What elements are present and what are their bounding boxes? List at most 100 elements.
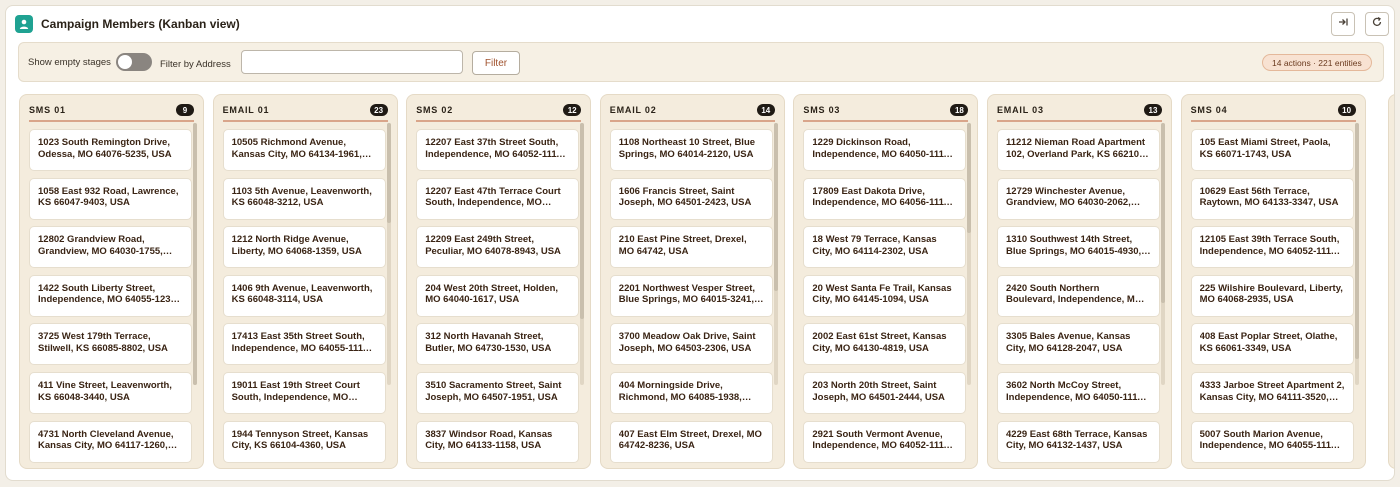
kanban-card[interactable]: 408 East Poplar Street, Olathe, KS 66061… bbox=[1190, 323, 1354, 366]
column-count-badge: 14 bbox=[756, 104, 775, 116]
column-name: SMS 01 bbox=[29, 105, 66, 115]
refresh-button[interactable] bbox=[1365, 12, 1389, 36]
kanban-column: EMAIL 03 13 11212 Nieman Road Apartment 10… bbox=[987, 94, 1172, 469]
kanban-card[interactable]: 17809 East Dakota Drive, Independence, M… bbox=[803, 177, 967, 220]
kanban-card[interactable]: 1103 5th Avenue, Leavenworth, KS 66048-3… bbox=[222, 177, 386, 220]
kanban-card[interactable]: 1023 South Remington Drive, Odessa, MO 6… bbox=[29, 129, 192, 171]
scrollbar-thumb[interactable] bbox=[1161, 123, 1165, 303]
filter-button[interactable]: Filter bbox=[472, 51, 520, 75]
card-address: 225 Wilshire Boulevard, Liberty, MO 6406… bbox=[1199, 282, 1343, 306]
card-address: 2921 South Vermont Avenue, Independence,… bbox=[812, 428, 952, 452]
card-address: 10629 East 56th Terrace, Raytown, MO 641… bbox=[1199, 185, 1339, 209]
card-address: 18 West 79 Terrace, Kansas City, MO 6411… bbox=[812, 234, 937, 257]
column-scrollbar[interactable] bbox=[967, 123, 972, 385]
scrollbar-thumb[interactable] bbox=[386, 123, 391, 223]
column-name: EMAIL 03 bbox=[997, 105, 1044, 115]
scrollbar-thumb[interactable] bbox=[193, 123, 197, 385]
kanban-card[interactable]: 225 Wilshire Boulevard, Liberty, MO 6406… bbox=[1190, 274, 1354, 317]
column-scrollbar[interactable] bbox=[773, 123, 778, 385]
kanban-card[interactable]: 20 West Santa Fe Trail, Kansas City, MO … bbox=[803, 274, 967, 317]
kanban-card[interactable]: 12209 East 249th Street, Peculiar, MO 64… bbox=[416, 226, 580, 269]
kanban-card[interactable]: 10505 Richmond Avenue, Kansas City, MO 6… bbox=[222, 129, 386, 171]
kanban-card[interactable]: 204 West 20th Street, Holden, MO 64040-1… bbox=[416, 274, 580, 317]
column-divider bbox=[803, 120, 969, 122]
kanban-card[interactable]: 12105 East 39th Terrace South, Independe… bbox=[1190, 226, 1354, 269]
kanban-card[interactable]: 4229 East 68th Terrace, Kansas City, MO … bbox=[997, 420, 1160, 463]
column-scrollbar[interactable] bbox=[193, 123, 197, 385]
column-divider bbox=[222, 120, 388, 122]
column-divider bbox=[609, 120, 775, 122]
kanban-card[interactable]: 18 West 79 Terrace, Kansas City, MO 6411… bbox=[803, 226, 967, 269]
column-name: EMAIL 01 bbox=[222, 105, 270, 115]
kanban-card[interactable]: 4731 North Cleveland Avenue, Kansas City… bbox=[29, 420, 192, 463]
kanban-card[interactable]: 10629 East 56th Terrace, Raytown, MO 641… bbox=[1190, 177, 1354, 220]
kanban-card[interactable]: 1212 North Ridge Avenue, Liberty, MO 640… bbox=[222, 226, 386, 269]
column-name: SMS 03 bbox=[803, 105, 841, 115]
column-name: EMAIL 02 bbox=[609, 105, 657, 115]
collapse-right-icon bbox=[1337, 15, 1349, 33]
kanban-card[interactable]: 1406 9th Avenue, Leavenworth, KS 66048-3… bbox=[222, 274, 386, 317]
column-scrollbar[interactable] bbox=[1161, 123, 1165, 385]
card-address: 411 Vine Street, Leavenworth, KS 66048-3… bbox=[38, 380, 172, 403]
kanban-card[interactable]: 1606 Francis Street, Saint Joseph, MO 64… bbox=[609, 177, 773, 220]
kanban-card[interactable]: 2201 Northwest Vesper Street, Blue Sprin… bbox=[609, 274, 773, 317]
show-empty-toggle[interactable] bbox=[116, 53, 152, 71]
address-filter-input[interactable] bbox=[241, 50, 463, 74]
kanban-card[interactable]: 4333 Jarboe Street Apartment 2, Kansas C… bbox=[1190, 372, 1354, 414]
card-list: 1108 Northeast 10 Street, Blue Springs, … bbox=[609, 129, 773, 465]
card-address: 12802 Grandview Road, Grandview, MO 6403… bbox=[38, 234, 163, 257]
kanban-card[interactable]: 12207 East 47th Terrace Court South, Ind… bbox=[416, 177, 580, 220]
kanban-card[interactable]: 411 Vine Street, Leavenworth, KS 66048-3… bbox=[29, 372, 192, 414]
card-address: 3305 Bales Avenue, Kansas City, MO 64128… bbox=[1006, 331, 1131, 354]
kanban-card[interactable]: 3837 Windsor Road, Kansas City, MO 64133… bbox=[416, 420, 580, 463]
kanban-card[interactable]: 2420 South Northern Boulevard, Independe… bbox=[997, 274, 1160, 317]
kanban-column: SMS 03 18 1229 Dickinson Road, Independenc… bbox=[793, 94, 979, 469]
card-list: 10505 Richmond Avenue, Kansas City, MO 6… bbox=[222, 129, 386, 465]
card-address: 408 East Poplar Street, Olathe, KS 66061… bbox=[1199, 331, 1338, 354]
kanban-card[interactable]: 1108 Northeast 10 Street, Blue Springs, … bbox=[609, 129, 773, 171]
column-header: SMS 03 18 bbox=[803, 104, 969, 118]
kanban-card[interactable]: 1058 East 932 Road, Lawrence, KS 66047-9… bbox=[29, 177, 192, 220]
kanban-card[interactable]: 1229 Dickinson Road, Independence, MO 64… bbox=[803, 129, 967, 171]
expand-button[interactable] bbox=[1331, 12, 1355, 36]
kanban-card[interactable]: 12802 Grandview Road, Grandview, MO 6403… bbox=[29, 226, 192, 269]
card-list: 1023 South Remington Drive, Odessa, MO 6… bbox=[29, 129, 192, 465]
kanban-card[interactable]: 12729 Winchester Avenue, Grandview, MO 6… bbox=[997, 177, 1160, 220]
kanban-card[interactable]: 5007 South Marion Avenue, Independence, … bbox=[1190, 420, 1354, 463]
kanban-card[interactable]: 1422 South Liberty Street, Independence,… bbox=[29, 274, 192, 317]
kanban-card[interactable]: 203 North 20th Street, Saint Joseph, MO … bbox=[803, 372, 967, 414]
kanban-card[interactable]: 404 Morningside Drive, Richmond, MO 6408… bbox=[609, 372, 773, 414]
card-address: 5007 South Marion Avenue, Independence, … bbox=[1199, 428, 1339, 452]
kanban-card[interactable]: 2921 South Vermont Avenue, Independence,… bbox=[803, 420, 967, 463]
scrollbar-thumb[interactable] bbox=[1354, 123, 1359, 359]
kanban-card[interactable]: 3725 West 179th Terrace, Stilwell, KS 66… bbox=[29, 323, 192, 366]
kanban-card[interactable]: 19011 East 19th Street Court South, Inde… bbox=[222, 372, 386, 414]
kanban-card[interactable]: 105 East Miami Street, Paola, KS 66071-1… bbox=[1190, 129, 1354, 171]
column-scrollbar[interactable] bbox=[1354, 123, 1359, 385]
kanban-card[interactable]: 17413 East 35th Street South, Independen… bbox=[222, 323, 386, 366]
scrollbar-thumb[interactable] bbox=[580, 123, 585, 319]
kanban-card[interactable]: 312 North Havanah Street, Butler, MO 647… bbox=[416, 323, 580, 366]
column-scrollbar[interactable] bbox=[386, 123, 391, 385]
kanban-card[interactable]: 1944 Tennyson Street, Kansas City, KS 66… bbox=[222, 420, 386, 463]
scrollbar-thumb[interactable] bbox=[967, 123, 972, 233]
card-address: 203 North 20th Street, Saint Joseph, MO … bbox=[812, 380, 945, 403]
kanban-card[interactable]: 210 East Pine Street, Drexel, MO 64742, … bbox=[609, 226, 773, 269]
kanban-card[interactable]: 3510 Sacramento Street, Saint Joseph, MO… bbox=[416, 372, 580, 414]
kanban-card[interactable]: 12207 East 37th Street South, Independen… bbox=[416, 129, 580, 171]
page-title: Campaign Members (Kanban view) bbox=[41, 17, 240, 31]
kanban-card[interactable]: 1310 Southwest 14th Street, Blue Springs… bbox=[997, 226, 1160, 269]
scrollbar-thumb[interactable] bbox=[773, 123, 778, 291]
kanban-card[interactable]: 3700 Meadow Oak Drive, Saint Joseph, MO … bbox=[609, 323, 773, 366]
column-scrollbar[interactable] bbox=[580, 123, 585, 385]
kanban-card[interactable]: 3305 Bales Avenue, Kansas City, MO 64128… bbox=[997, 323, 1160, 366]
show-empty-label: Show empty stages bbox=[28, 57, 111, 68]
title-bar: Campaign Members (Kanban view) bbox=[6, 6, 1394, 42]
kanban-card[interactable]: 11212 Nieman Road Apartment 102, Overlan… bbox=[997, 129, 1160, 171]
kanban-card[interactable]: 3602 North McCoy Street, Independence, M… bbox=[997, 372, 1160, 414]
column-divider bbox=[416, 120, 582, 122]
card-address: 4731 North Cleveland Avenue, Kansas City… bbox=[38, 428, 174, 452]
kanban-card[interactable]: 2002 East 61st Street, Kansas City, MO 6… bbox=[803, 323, 967, 366]
kanban-card[interactable]: 407 East Elm Street, Drexel, MO 64742-82… bbox=[609, 420, 773, 463]
kanban-column: SMS 04 10 105 East Miami Street, Paola, KS… bbox=[1180, 94, 1366, 469]
